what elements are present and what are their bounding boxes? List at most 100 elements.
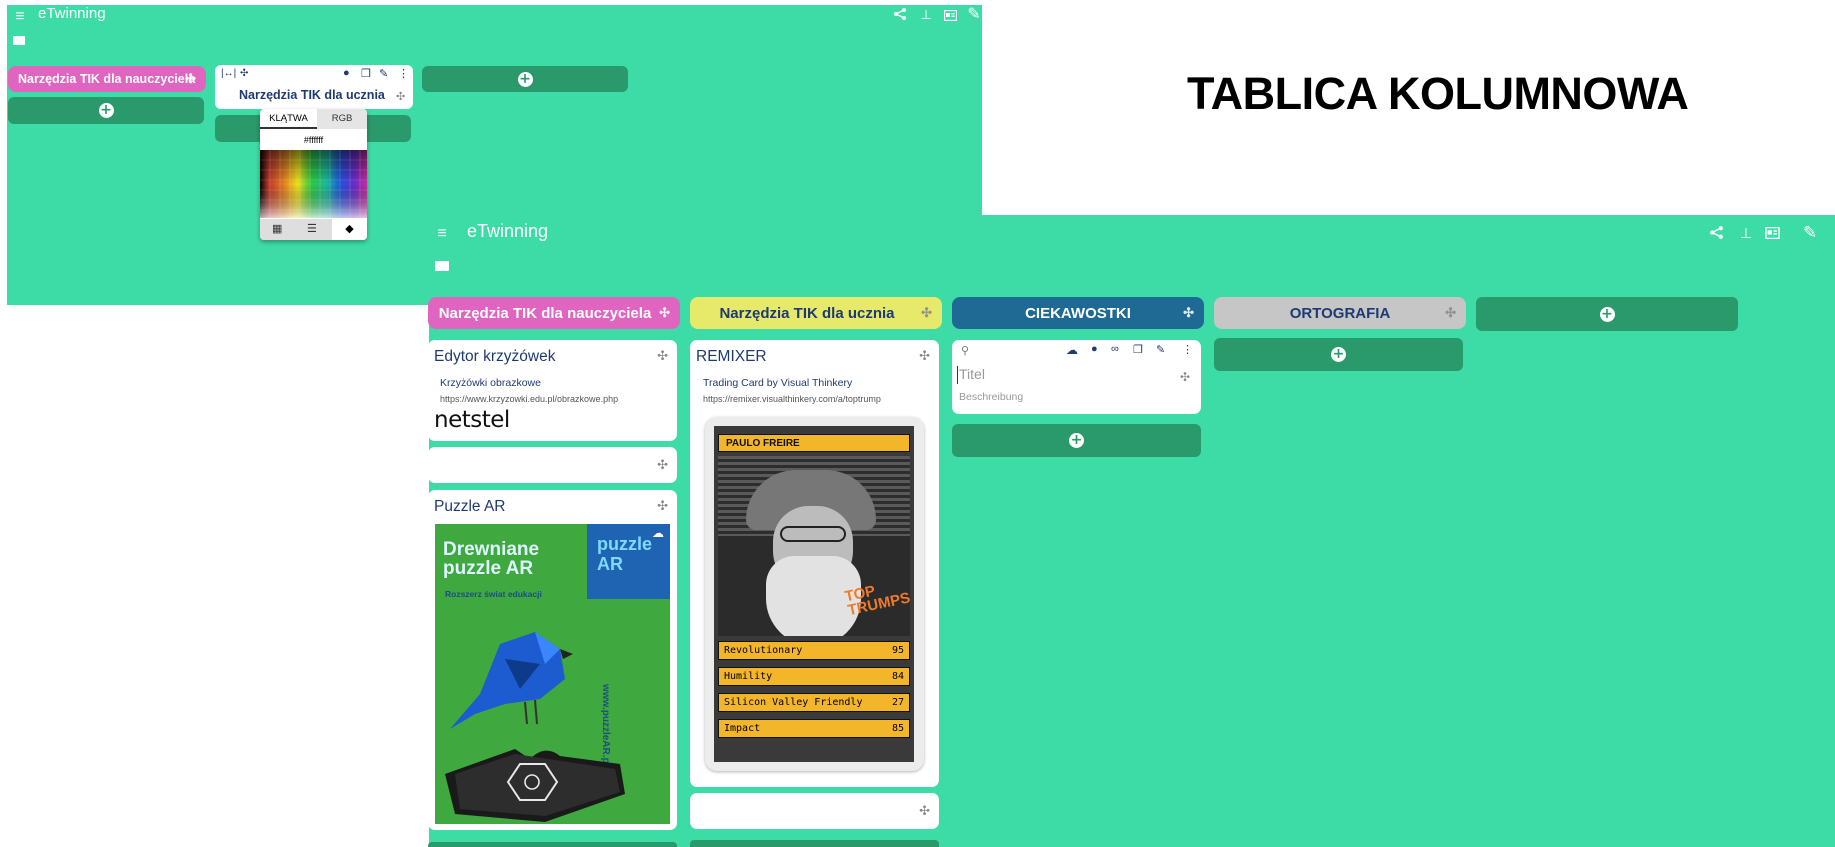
color-picker: KLĄTWA RGB #ffffff ▦ ☰ ◆ [260, 109, 367, 240]
search-icon[interactable]: ⚲ [961, 344, 969, 357]
stat-label: Impact [724, 723, 761, 734]
menu-icon[interactable]: ≡ [11, 9, 29, 27]
card-editor[interactable]: ⚲ ☁ ● ∞ ❐ ✎ ⋮ Titel ✣ Beschreibung [952, 340, 1201, 414]
layout-icon[interactable] [1763, 226, 1781, 245]
stat-value: 95 [891, 645, 904, 656]
image-headline: Drewniane puzzle AR [443, 539, 540, 579]
move-icon[interactable]: ✣ [659, 305, 670, 321]
board-icon[interactable] [13, 36, 25, 45]
color-swatch-grid[interactable] [260, 150, 367, 218]
stat-row: Revolutionary 95 [718, 641, 910, 660]
column-bottom-strip [428, 842, 677, 847]
menu-icon[interactable]: ≡ [433, 226, 451, 244]
logo: netstel [434, 407, 510, 433]
hex-input[interactable]: #ffffff [260, 135, 367, 149]
move-icon[interactable]: ✣ [185, 71, 196, 87]
title-input[interactable]: Titel [957, 366, 1157, 384]
link-label[interactable]: Trading Card by Visual Thinkery [703, 377, 852, 389]
plus-icon: + [1599, 305, 1615, 322]
link-url[interactable]: https://remixer.visualthinkery.com/a/top… [703, 394, 881, 404]
tab-rgb[interactable]: RGB [317, 109, 367, 129]
plus-icon: + [1069, 432, 1084, 448]
more-icon[interactable]: ⋮ [1182, 343, 1193, 356]
portrait-photo: TOP TRUMPS [718, 456, 910, 636]
palette-icon[interactable]: ● [1091, 343, 1098, 355]
link-icon[interactable]: ∞ [1111, 343, 1119, 355]
more-icon[interactable]: ⋮ [398, 67, 409, 80]
column-title: Narzędzia TIK dla nauczyciela [438, 304, 652, 322]
edit-icon[interactable]: ✎ [1801, 224, 1819, 243]
move-icon[interactable]: ✣ [657, 457, 668, 473]
add-column-button[interactable]: + [422, 66, 628, 92]
add-column-button[interactable]: + [1476, 297, 1738, 331]
card-crossword-editor[interactable]: Edytor krzyżówek ✣ Krzyżówki obrazkowe h… [428, 340, 677, 441]
brand-text: puzzle AR [597, 534, 653, 574]
stat-value: 85 [891, 723, 904, 734]
column-title: ORTOGRAFIA [1289, 304, 1391, 322]
width-icon[interactable]: |↔| [221, 68, 236, 79]
card-title: REMIXER [696, 348, 767, 365]
move-icon[interactable]: ✣ [657, 348, 668, 364]
stat-label: Revolutionary [724, 645, 803, 656]
plus-icon: + [1331, 346, 1346, 362]
edit-icon[interactable]: ✎ [965, 7, 983, 25]
layout-icon[interactable] [941, 9, 959, 27]
move-icon[interactable]: ✣ [921, 305, 932, 321]
title-placeholder: Titel [959, 366, 985, 382]
column-title: Narzędzia TIK dla ucznia [719, 304, 895, 322]
cloud-icon[interactable]: ☁ [652, 526, 664, 540]
add-card-button[interactable]: + [8, 97, 204, 124]
card-puzzle-ar[interactable]: Puzzle AR ✣ Drewniane puzzle AR Rozszerz… [428, 490, 677, 830]
board-icon[interactable] [435, 261, 449, 271]
move-icon[interactable]: ✣ [1180, 370, 1190, 384]
move-icon[interactable]: ✣ [1445, 305, 1456, 321]
column-header-ciekawostki[interactable]: CIEKAWOSTKI ✣ [952, 297, 1204, 329]
card-empty[interactable]: ✣ [428, 447, 677, 483]
move-icon[interactable]: ✣ [1183, 305, 1194, 321]
edit-icon[interactable]: ✎ [379, 67, 388, 80]
column-title: Narzędzia TIK dla ucznia [239, 88, 385, 102]
stat-label: Humility [724, 671, 773, 682]
palette-icon[interactable]: ● [343, 67, 350, 79]
link-url[interactable]: https://www.krzyzowki.edu.pl/obrazkowe.p… [440, 394, 618, 404]
stat-label: Silicon Valley Friendly [724, 697, 863, 708]
palette-grid-icon[interactable]: ▦ [272, 222, 282, 235]
move-icon[interactable]: ✣ [919, 803, 930, 819]
tab-hex[interactable]: KLĄTWA [260, 109, 317, 129]
column-header-teacher-tools[interactable]: Narzędzia TIK dla nauczyciela ✣ [8, 66, 206, 92]
app-title: eTwinning [467, 221, 549, 241]
column-header-ortografia[interactable]: ORTOGRAFIA ✣ [1214, 297, 1466, 329]
copy-icon[interactable]: ❐ [361, 67, 371, 80]
picker-footer: ▦ ☰ ◆ [260, 219, 367, 240]
move-icon[interactable]: ✣ [240, 68, 248, 79]
add-card-button[interactable]: + [952, 424, 1201, 457]
stat-row: Humility 84 [718, 667, 910, 686]
swatches-icon[interactable]: ◆ [332, 219, 367, 240]
pin-icon[interactable]: ⊥ [1737, 225, 1755, 243]
stat-row: Silicon Valley Friendly 27 [718, 693, 910, 712]
edit-icon[interactable]: ✎ [1156, 343, 1165, 356]
column-header-editing[interactable]: |↔| ✣ ● ❐ ✎ ⋮ Narzędzia TIK dla ucznia ✣ [215, 65, 413, 109]
portrait-glasses [780, 526, 846, 542]
column-header-teacher-tools[interactable]: Narzędzia TIK dla nauczyciela ✣ [428, 297, 680, 329]
pin-icon[interactable]: ⊥ [917, 7, 935, 25]
add-card-button[interactable]: + [1214, 338, 1463, 371]
move-icon[interactable]: ✣ [919, 348, 930, 364]
column-header-student-tools[interactable]: Narzędzia TIK dla ucznia ✣ [690, 297, 942, 329]
share-icon[interactable] [891, 7, 909, 25]
trading-card-name: PAULO FREIRE [718, 434, 910, 452]
slide-title: TABLICA KOLUMNOWA [1187, 68, 1689, 119]
copy-icon[interactable]: ❐ [1133, 343, 1143, 356]
move-icon[interactable]: ✣ [657, 498, 668, 514]
stat-value: 84 [891, 671, 904, 682]
sliders-icon[interactable]: ☰ [307, 222, 317, 235]
link-label[interactable]: Krzyżówki obrazkowe [440, 377, 541, 389]
cloud-upload-icon[interactable]: ☁ [1066, 343, 1078, 357]
card-title: Puzzle AR [434, 498, 506, 515]
column-title: CIEKAWOSTKI [1025, 304, 1131, 322]
description-input[interactable]: Beschreibung [959, 391, 1023, 403]
share-icon[interactable] [1707, 225, 1725, 243]
card-empty[interactable]: ✣ [690, 793, 939, 829]
card-remixer[interactable]: REMIXER ✣ Trading Card by Visual Thinker… [690, 340, 939, 787]
move-icon[interactable]: ✣ [396, 90, 405, 103]
